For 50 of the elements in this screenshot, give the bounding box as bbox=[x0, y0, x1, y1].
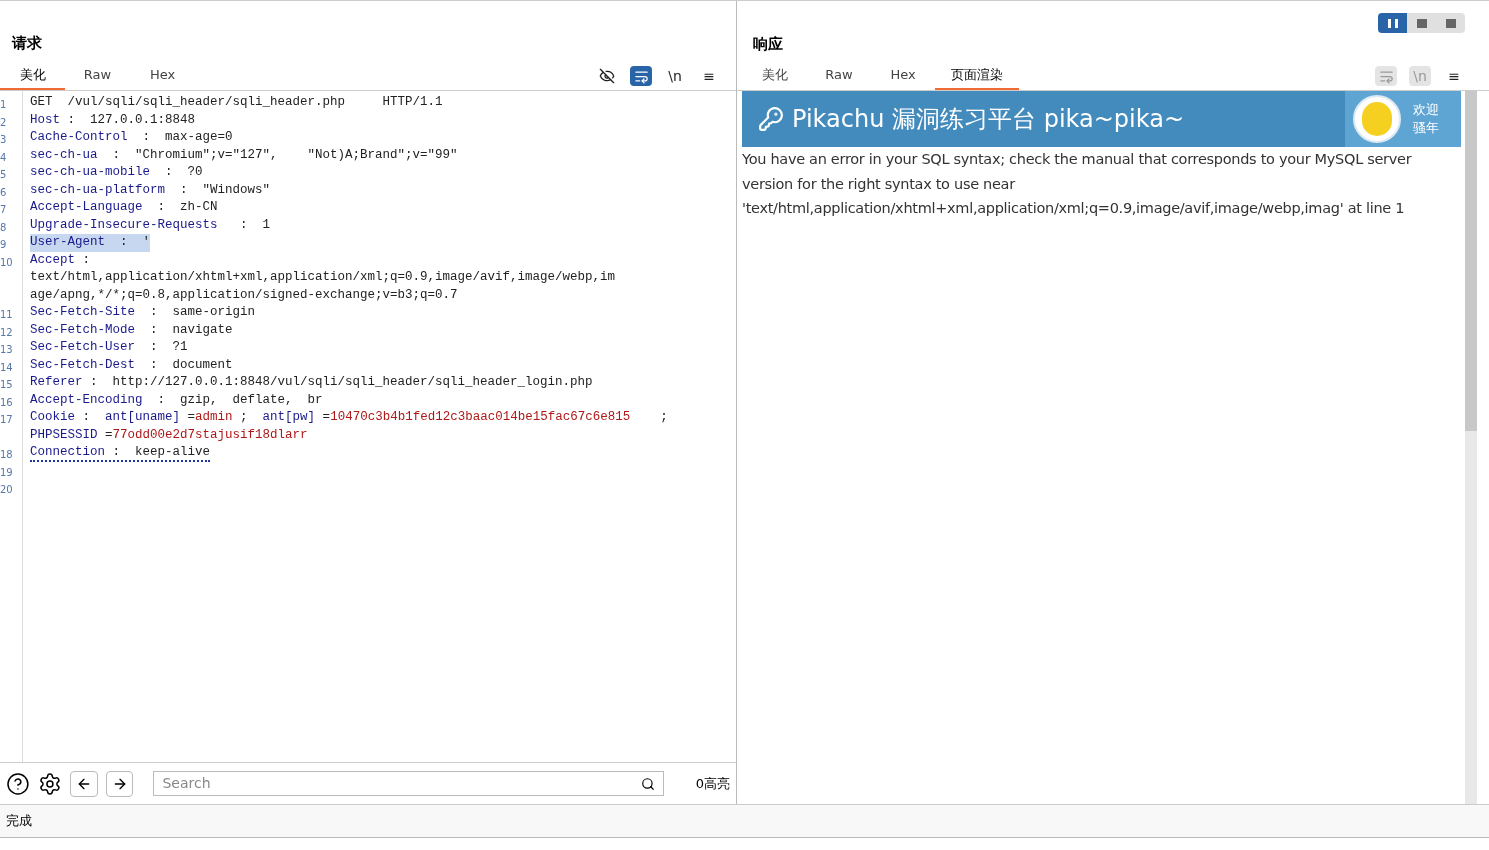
search-icon bbox=[640, 776, 655, 791]
line-number: 8 bbox=[0, 221, 7, 233]
line-number: 5 bbox=[0, 169, 7, 180]
tab[interactable]: Hex bbox=[871, 62, 935, 90]
panel-title: 响应 bbox=[753, 34, 783, 55]
line-number: 16 bbox=[0, 396, 13, 408]
panel-title: 请求 bbox=[12, 34, 42, 52]
newline-toggle[interactable]: \n bbox=[664, 66, 686, 86]
tab[interactable]: Hex bbox=[130, 62, 195, 90]
site-title: Pikachu 漏洞练习平台 pika~pika~ bbox=[792, 104, 1186, 135]
search-field[interactable]: Search bbox=[153, 771, 664, 796]
line-number: 10 bbox=[0, 256, 13, 268]
line-number: 20 bbox=[0, 484, 13, 495]
line-number: 15 bbox=[0, 379, 13, 390]
key-icon bbox=[758, 106, 784, 132]
layout-toggle[interactable] bbox=[1378, 13, 1407, 33]
tab[interactable]: Raw bbox=[807, 62, 871, 90]
line-number: 17 bbox=[0, 414, 13, 425]
forward-button[interactable] bbox=[105, 770, 134, 797]
help-icon[interactable] bbox=[6, 771, 30, 796]
highlight-count: 0高亮 bbox=[695, 774, 730, 793]
line-number: 3 bbox=[0, 134, 7, 145]
error-message: You have an error in your SQL syntax; check the manual that corresponds to your MySQL server version for the right syntax to use near 'text/html,application/xhtml+xml,application/xml;q=0.9,image/avif,image/webp,imag' at line 1 bbox=[742, 150, 1413, 218]
hidden-eye-icon bbox=[599, 68, 615, 84]
menu-button[interactable]: ≡ bbox=[1443, 66, 1465, 86]
greeting-text: 欢迎 骚年 bbox=[1413, 101, 1439, 137]
line-number: 9 bbox=[0, 239, 7, 250]
tab[interactable]: 美化 bbox=[743, 62, 807, 90]
line-number: 18 bbox=[0, 449, 13, 460]
line-number: 19 bbox=[0, 466, 13, 478]
menu-button[interactable]: ≡ bbox=[698, 66, 720, 86]
back-button[interactable] bbox=[69, 770, 98, 797]
line-number: 4 bbox=[0, 151, 7, 163]
line-number: 2 bbox=[0, 116, 7, 128]
text-wrap-icon bbox=[633, 68, 649, 84]
search-input[interactable]: Search bbox=[162, 773, 641, 794]
line-number: 11 bbox=[0, 309, 13, 320]
text-wrap-icon bbox=[1378, 68, 1394, 84]
line-number: 12 bbox=[0, 326, 13, 338]
line-number: 6 bbox=[0, 186, 7, 198]
line-number: 1 bbox=[0, 99, 7, 110]
wrap-toggle[interactable] bbox=[630, 66, 652, 86]
wrap-toggle[interactable] bbox=[1375, 66, 1397, 86]
status-text: 完成 bbox=[6, 812, 32, 831]
tab[interactable]: Raw bbox=[65, 62, 130, 90]
line-number: 13 bbox=[0, 344, 13, 355]
line-number: 7 bbox=[0, 204, 7, 215]
settings-icon[interactable] bbox=[37, 771, 62, 796]
line-number: 14 bbox=[0, 361, 13, 373]
tab[interactable]: 美化 bbox=[0, 62, 65, 90]
